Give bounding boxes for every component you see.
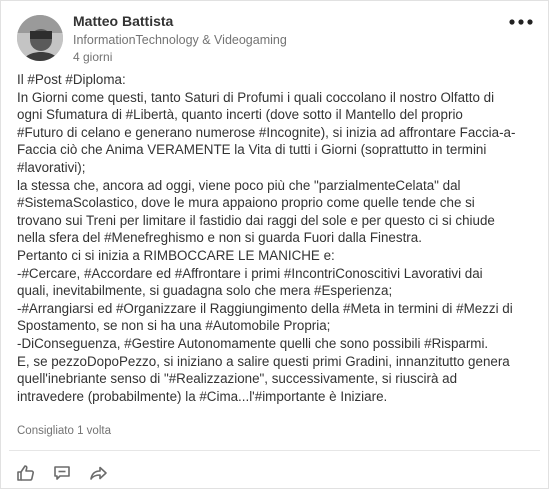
more-horizontal-icon [509, 19, 533, 25]
comment-icon [54, 466, 70, 480]
post-text-line: Il #Post #Diploma: [17, 72, 126, 87]
post-text-line: -DiConseguenza, #Gestire Autonomamente q… [17, 335, 489, 351]
post-menu-button[interactable] [508, 11, 534, 33]
post-text-line: In Giorni come questi, tanto Saturi di P… [17, 89, 495, 105]
post-text-line: #lavorativi); [17, 159, 86, 175]
post-text-line: intravedere (probabilmente) la #Cima...l… [17, 388, 388, 404]
post-card: Matteo Battista InformationTechnology & … [0, 0, 549, 489]
share-button[interactable] [88, 463, 108, 483]
post-text-line: la stessa che, ancora ad oggi, viene poc… [17, 177, 461, 193]
post-text-line: Spostamento, se non si ha una #Automobil… [17, 318, 331, 334]
post-text-line: ogni Sfumatura di #Libertà, quanto incer… [17, 107, 463, 123]
comment-button[interactable] [52, 463, 72, 483]
post-text-line: -#Cercare, #Accordare ed #Affrontare i p… [17, 265, 483, 281]
post-text: Il #Post #Diploma: In Giorni come questi… [17, 71, 539, 405]
author-avatar[interactable] [17, 15, 63, 61]
post-text-line: nella sfera del #Menefreghismo e non si … [17, 230, 422, 246]
post-text-line: -#Arrangiarsi ed #Organizzare il Raggiun… [17, 300, 513, 316]
post-text-line: quell'inebriante senso di "#Realizzazion… [17, 371, 458, 387]
author-name[interactable]: Matteo Battista [73, 13, 173, 29]
thumbs-up-icon [17, 465, 34, 481]
post-text-line: Pertanto ci si inizia a RIMBOCCARE LE MA… [17, 247, 335, 263]
post-text-line: quali, inevitabilmente, si guadagna solo… [17, 283, 393, 299]
divider [9, 450, 540, 451]
like-button[interactable] [16, 463, 36, 483]
author-headline: InformationTechnology & Videogaming [73, 33, 287, 47]
post-text-line: #SistemaScolastico, dove le mura appaion… [17, 195, 475, 211]
share-icon [90, 466, 107, 480]
likes-count[interactable]: Consigliato 1 volta [17, 425, 111, 437]
post-text-line: trovano sui Treni per limitare il fastid… [17, 212, 495, 228]
post-text-line: Faccia ciò che Anima VERAMENTE la Vita d… [17, 142, 487, 158]
post-text-line: E, se pezzoDopoPezzo, si iniziano a sali… [17, 353, 510, 369]
post-text-line: #Futuro di celano e generano numerose #I… [17, 124, 516, 140]
post-timestamp: 4 giorni [73, 50, 113, 64]
avatar-photo [17, 15, 63, 61]
